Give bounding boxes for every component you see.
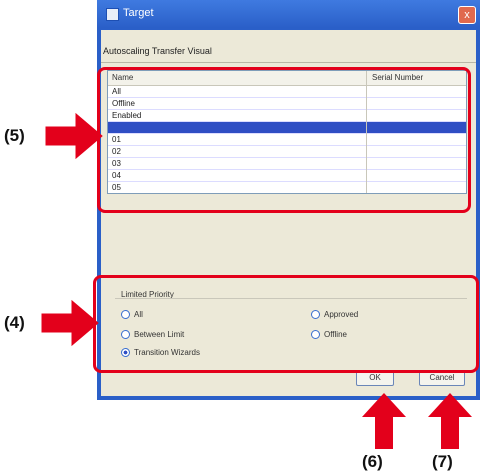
callout-label-4: (4) <box>4 313 25 332</box>
divider <box>101 62 476 63</box>
callout-label-7: (7) <box>432 452 453 471</box>
window-icon <box>106 8 119 21</box>
callout-box-options <box>93 275 479 373</box>
right-arrow-icon <box>41 299 99 347</box>
dialog-subheader: Autoscaling Transfer Visual <box>103 46 212 56</box>
up-arrow-icon <box>428 393 472 449</box>
window-title: Target <box>123 7 154 19</box>
callout-label-6: (6) <box>362 452 383 471</box>
callout-label-5: (5) <box>4 126 25 145</box>
close-button[interactable]: x <box>458 6 476 24</box>
right-arrow-icon <box>45 112 103 160</box>
callout-box-list <box>97 67 471 213</box>
up-arrow-icon <box>362 393 406 449</box>
title-bar[interactable]: Target x <box>97 0 480 28</box>
